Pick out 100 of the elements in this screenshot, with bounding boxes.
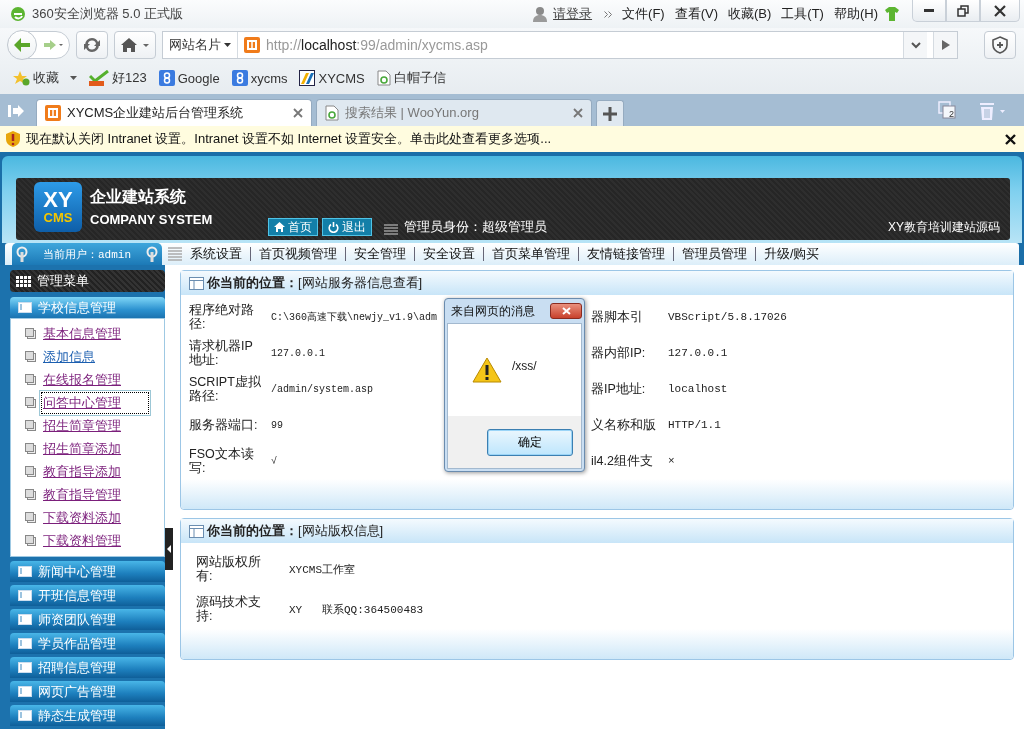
submenu-link[interactable]: 下载资料管理 <box>42 530 122 551</box>
plus-icon <box>603 106 617 121</box>
top-menu-link[interactable]: 升级/购买 <box>755 247 828 261</box>
site-favicon-icon <box>45 105 61 121</box>
bookmark-link[interactable]: Google <box>177 70 220 86</box>
current-user-badge: 当前用户：admin <box>12 243 162 265</box>
trash-caret-icon <box>978 102 1006 120</box>
history-dropdown-button[interactable] <box>903 32 927 58</box>
home-button[interactable] <box>114 31 156 59</box>
panel-icon <box>189 524 204 538</box>
caret-icon <box>224 43 231 47</box>
menu-group-header[interactable]: 静态生成管理 <box>10 705 165 726</box>
menu-item[interactable]: 查看(V) <box>674 5 718 23</box>
menu-group-header[interactable]: 新闻中心管理 <box>10 561 165 582</box>
chevron-icon[interactable] <box>604 10 613 18</box>
top-menu-link[interactable]: 系统设置 <box>182 247 250 261</box>
menu-item[interactable]: 文件(F) <box>622 5 665 23</box>
top-menu-link[interactable]: 友情链接管理 <box>578 247 673 261</box>
submenu-link[interactable]: 招生简章添加 <box>42 438 122 459</box>
panel-icon <box>18 638 32 649</box>
windows-icon[interactable] <box>938 101 956 119</box>
security-button[interactable] <box>984 31 1016 59</box>
panel-title: 你当前的位置：[网站版权信息] <box>207 522 384 540</box>
submenu-link[interactable]: 基本信息管理 <box>42 323 122 344</box>
page-stack-icon <box>25 328 36 339</box>
top-menu-link[interactable]: 安全设置 <box>414 247 483 261</box>
site-favicon-icon <box>244 37 260 53</box>
submenu-link[interactable]: 教育指导添加 <box>42 461 122 482</box>
field-value: 127.0.0.1 <box>668 347 729 359</box>
submenu-link[interactable]: 问答中心管理 <box>42 392 148 413</box>
ok-button[interactable]: 确定 <box>487 428 573 456</box>
field-label: 程序绝对路径: <box>189 303 255 331</box>
page-stack-icon <box>25 443 36 454</box>
field-value: XYCMS工作室 <box>289 562 356 577</box>
top-menu-link[interactable]: 管理员管理 <box>673 247 755 261</box>
top-menu-link[interactable]: 首页视频管理 <box>250 247 345 261</box>
check-logo-icon <box>89 70 109 86</box>
tab-close-icon[interactable] <box>293 108 303 118</box>
collapse-handle-icon[interactable] <box>165 528 173 570</box>
menu-group-header[interactable]: 招聘信息管理 <box>10 657 165 678</box>
refresh-button[interactable] <box>76 31 108 59</box>
menu-item[interactable]: 收藏(B) <box>728 5 772 23</box>
top-menu-link[interactable]: 安全管理 <box>345 247 414 261</box>
page-stack-icon <box>25 512 36 523</box>
back-arrow-icon <box>13 37 31 53</box>
go-button[interactable] <box>933 32 957 58</box>
submenu-link[interactable]: 招生简章管理 <box>42 415 122 436</box>
bookmark-link[interactable]: 好123 <box>112 69 147 87</box>
bookmark-link[interactable]: xycms <box>250 70 288 86</box>
menu-item[interactable]: 帮助(H) <box>833 5 878 23</box>
field-label: 服务器端口: <box>189 418 259 432</box>
submenu-link[interactable]: 在线报名管理 <box>42 369 122 390</box>
bookmark-link[interactable]: 收藏 <box>33 69 59 87</box>
menu-group-header[interactable]: 网页广告管理 <box>10 681 165 702</box>
menu-group-header[interactable]: 开班信息管理 <box>10 585 165 606</box>
page-stack-icon <box>25 397 36 408</box>
top-menu-link[interactable]: 首页菜单管理 <box>483 247 578 261</box>
login-link[interactable]: 请登录 <box>553 5 593 23</box>
address-bar[interactable]: 网站名片 http://localhost:99/admin/xycms.asp <box>162 31 958 59</box>
field-value: HTTP/1.1 <box>668 419 722 431</box>
restore-button[interactable] <box>946 0 980 22</box>
home-button[interactable]: 首页 <box>268 218 318 236</box>
back-button[interactable] <box>7 30 37 60</box>
field-label: il4.2组件支 <box>590 454 654 468</box>
tab-close-icon[interactable] <box>573 108 583 118</box>
logo: XY CMS <box>34 182 82 232</box>
minimize-button[interactable] <box>912 0 946 22</box>
url-host[interactable]: localhost <box>301 37 357 53</box>
field-label: 请求机器IP地址: <box>189 339 254 367</box>
caret-icon[interactable] <box>70 76 77 80</box>
minimize-icon <box>924 9 934 12</box>
field-value: localhost <box>668 383 729 395</box>
dialog-title: 来自网页的消息 <box>451 302 535 320</box>
bookmark-link[interactable]: XYCMS <box>318 70 365 86</box>
bookmark-link[interactable]: 白帽子信 <box>393 69 446 87</box>
browser-logo-icon <box>10 6 26 22</box>
logout-button[interactable]: 退出 <box>322 218 372 236</box>
banner-caption: XY教育培训建站源码 <box>888 219 1000 236</box>
browser-tab[interactable]: XYCMS企业建站后台管理系统 <box>36 99 312 126</box>
sidebar-toggle-icon <box>8 104 24 118</box>
site-card-dropdown[interactable]: 网站名片 <box>163 32 238 58</box>
panel-icon <box>18 566 32 577</box>
close-button[interactable] <box>550 303 582 319</box>
field-value: √ <box>271 455 278 467</box>
close-button[interactable] <box>1005 133 1016 145</box>
menu-item[interactable]: 工具(T) <box>781 5 824 23</box>
submenu-link[interactable]: 下载资料添加 <box>42 507 122 528</box>
panel-icon <box>18 662 32 673</box>
page-icon <box>376 70 391 86</box>
shield-icon <box>992 36 1008 54</box>
chevron-down-icon <box>910 41 921 49</box>
site-title: 企业建站系统 <box>90 187 187 207</box>
menu-group-header[interactable]: 学员作品管理 <box>10 633 165 654</box>
submenu-link[interactable]: 添加信息 <box>42 346 96 367</box>
menu-group-header[interactable]: 师资团队管理 <box>10 609 165 630</box>
browser-tab[interactable]: 搜索结果 | WooYun.org <box>316 99 592 126</box>
list-icon <box>168 247 182 261</box>
page-stack-icon <box>25 489 36 500</box>
new-tab-button[interactable] <box>596 100 624 126</box>
submenu-link[interactable]: 教育指导管理 <box>42 484 122 505</box>
